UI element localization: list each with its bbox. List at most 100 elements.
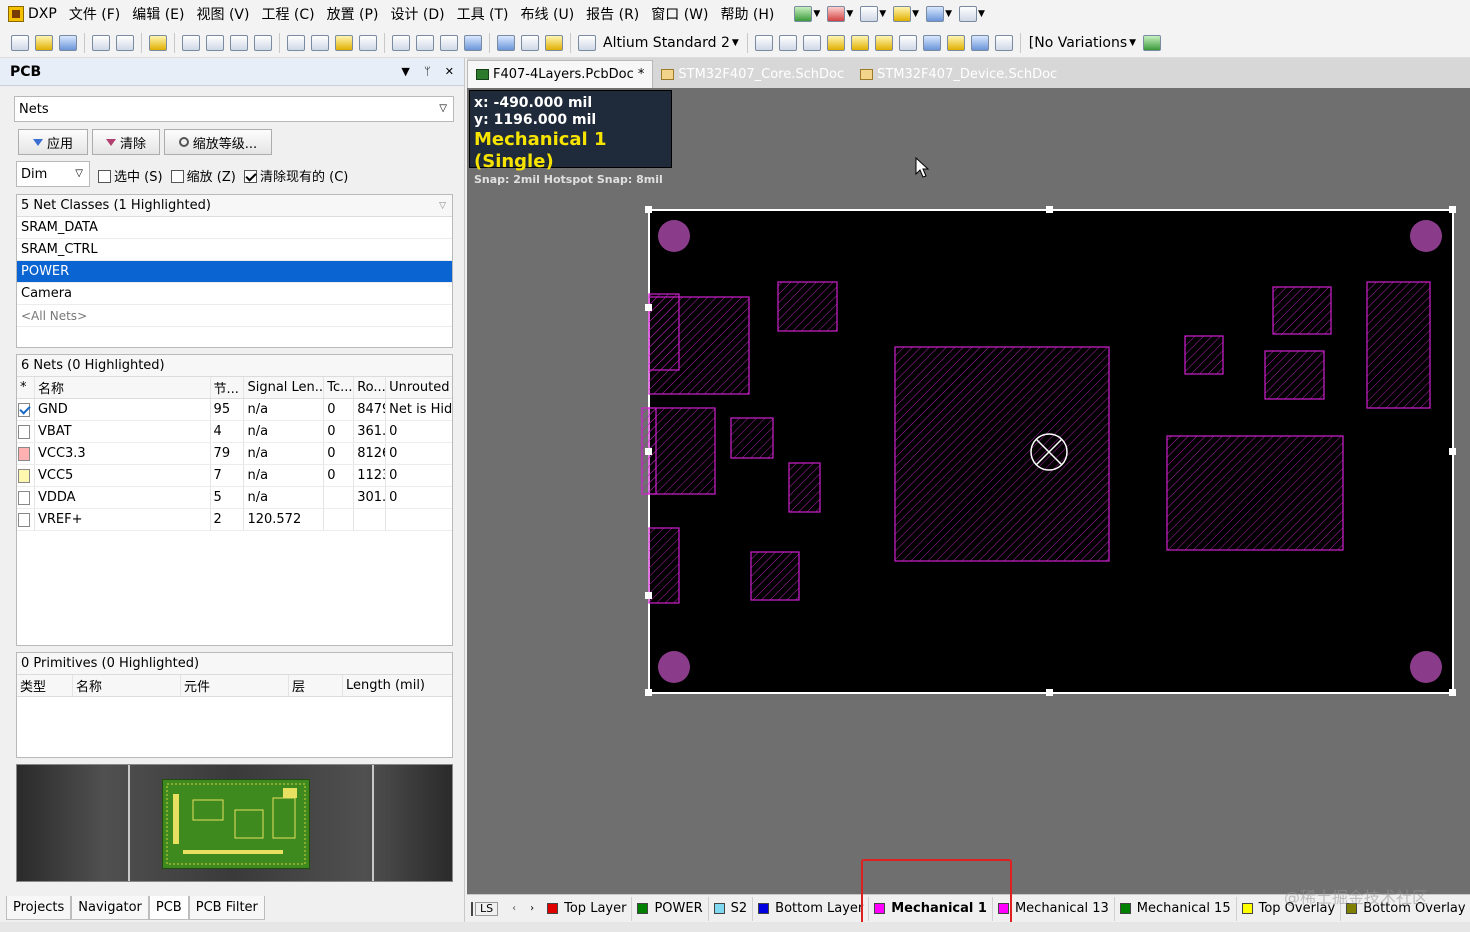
layer-tab[interactable]: Bottom Layer xyxy=(753,896,870,921)
component-footprint[interactable] xyxy=(648,527,680,604)
zoom-checkbox[interactable]: 缩放 (Z) xyxy=(170,170,236,185)
place-pad-icon[interactable] xyxy=(850,34,869,51)
zoom-fit-icon[interactable] xyxy=(182,34,200,51)
zoom-filtered-icon[interactable] xyxy=(254,34,272,51)
paste-icon[interactable] xyxy=(335,34,353,51)
net-row[interactable]: VCC57n/a011230 xyxy=(17,465,452,487)
menu-tools[interactable]: 工具 (T) xyxy=(451,4,515,24)
mounting-hole[interactable] xyxy=(658,220,690,252)
place-via-icon[interactable] xyxy=(874,34,893,51)
place-arc-icon[interactable] xyxy=(898,34,917,51)
dropdown-arrow-icon[interactable]: ▼ xyxy=(912,9,919,19)
component-footprint[interactable] xyxy=(1184,335,1224,375)
menu-design[interactable]: 设计 (D) xyxy=(384,4,450,24)
zoom-checkbox-box[interactable] xyxy=(170,170,184,183)
col-nodes[interactable]: 节... xyxy=(211,377,245,398)
selection-handle[interactable] xyxy=(1449,689,1456,696)
scroll-left-icon[interactable]: ‹ xyxy=(512,903,516,914)
col-star[interactable]: * xyxy=(17,377,35,398)
component-footprint[interactable] xyxy=(730,417,774,459)
menu-place[interactable]: 放置 (P) xyxy=(321,4,385,24)
open-device-icon[interactable] xyxy=(149,34,167,51)
component-footprint[interactable] xyxy=(1366,281,1431,409)
dropdown-arrow-icon[interactable]: ▼ xyxy=(813,9,820,19)
cut-icon[interactable] xyxy=(287,34,305,51)
dim-mode-combo[interactable]: Dim ▽ xyxy=(16,161,90,187)
net-color-checkbox[interactable] xyxy=(18,468,30,483)
net-row-checkbox[interactable] xyxy=(17,421,35,442)
scroll-right-icon[interactable]: › xyxy=(530,903,534,914)
variant-view-icon[interactable] xyxy=(1143,34,1162,51)
select-checkbox[interactable]: 选中 (S) xyxy=(98,170,163,185)
net-color-checkbox[interactable] xyxy=(18,424,30,439)
print-preview-icon[interactable] xyxy=(116,34,134,51)
net-class-item[interactable]: SRAM_CTRL xyxy=(17,239,452,261)
current-layer-color-swatch[interactable] xyxy=(471,901,473,916)
grid-icon[interactable] xyxy=(959,6,977,22)
net-row-checkbox[interactable] xyxy=(17,399,35,420)
dropdown-arrow-icon[interactable]: ▼ xyxy=(945,9,952,19)
col-type[interactable]: 类型 xyxy=(17,675,73,696)
net-color-checkbox[interactable] xyxy=(18,512,30,527)
component-footprint[interactable] xyxy=(788,462,821,513)
select-area-icon[interactable] xyxy=(392,34,410,51)
layer-set-button[interactable]: LS xyxy=(475,901,499,916)
save-icon[interactable] xyxy=(59,34,77,51)
menu-file[interactable]: 文件 (F) xyxy=(63,4,126,24)
net-row[interactable]: VDDA5n/a 301.00 xyxy=(17,487,452,509)
panel-mode-combo[interactable]: Nets ▽ xyxy=(14,96,454,122)
interactive-routing-icon[interactable] xyxy=(794,6,813,22)
selection-handle[interactable] xyxy=(1449,206,1456,213)
net-row-checkbox[interactable] xyxy=(17,443,35,464)
dimension-icon[interactable] xyxy=(893,6,912,22)
component-footprint[interactable] xyxy=(777,281,838,332)
diff-pair-route-icon[interactable] xyxy=(802,34,821,51)
sort-icon[interactable]: ▽ xyxy=(439,201,446,211)
dropdown-arrow-icon[interactable]: ▼ xyxy=(879,9,886,19)
route-icon[interactable] xyxy=(754,34,773,51)
net-class-item-selected[interactable]: POWER xyxy=(17,261,452,283)
multi-route-icon[interactable] xyxy=(826,34,845,51)
layer-tab[interactable]: Top Layer xyxy=(542,896,633,921)
col-prim-name[interactable]: 名称 xyxy=(73,675,181,696)
tab-pcb[interactable]: PCB xyxy=(148,896,189,920)
tab-navigator[interactable]: Navigator xyxy=(71,896,149,920)
apply-button[interactable]: 应用 xyxy=(18,129,88,155)
room-icon[interactable] xyxy=(926,6,945,22)
mounting-hole[interactable] xyxy=(1410,651,1442,683)
place-fill-icon[interactable] xyxy=(922,34,941,51)
col-component[interactable]: 元件 xyxy=(181,675,289,696)
menu-reports[interactable]: 报告 (R) xyxy=(580,4,645,24)
rubber-stamp-icon[interactable] xyxy=(359,34,377,51)
print-icon[interactable] xyxy=(92,34,110,51)
move-icon[interactable] xyxy=(416,34,434,51)
component-footprint[interactable] xyxy=(750,551,800,601)
col-name[interactable]: 名称 xyxy=(35,377,211,398)
tab-device-schdoc[interactable]: STM32F407_Device.SchDoc xyxy=(852,60,1065,88)
dropdown-arrow-icon[interactable]: ▼ xyxy=(732,38,739,48)
component-footprint[interactable] xyxy=(648,407,716,495)
place-polygon-icon[interactable] xyxy=(946,34,965,51)
net-row-checkbox[interactable] xyxy=(17,509,35,530)
layer-tab[interactable]: POWER xyxy=(632,896,709,921)
col-tc[interactable]: Tc... xyxy=(324,377,355,398)
mounting-hole[interactable] xyxy=(1410,220,1442,252)
selection-handle[interactable] xyxy=(645,592,652,599)
net-row[interactable]: GND95n/a08479Net is Hidden xyxy=(17,399,452,421)
board-preview[interactable] xyxy=(16,764,453,882)
clear-button[interactable]: 清除 xyxy=(92,129,160,155)
col-unrouted[interactable]: Unrouted (... xyxy=(386,377,452,398)
pcb-board-svg[interactable] xyxy=(467,88,1470,894)
layer-tab[interactable]: S2 xyxy=(709,896,754,921)
place-string-icon[interactable] xyxy=(970,34,989,51)
mounting-hole[interactable] xyxy=(658,651,690,683)
col-layer[interactable]: 层 xyxy=(289,675,343,696)
select-checkbox-box[interactable] xyxy=(98,170,111,183)
redo-icon[interactable] xyxy=(521,34,539,51)
menu-route[interactable]: 布线 (U) xyxy=(515,4,581,24)
component-footprint[interactable] xyxy=(648,296,750,395)
selection-handle[interactable] xyxy=(645,448,652,455)
mcu-footprint[interactable] xyxy=(894,346,1110,562)
layer-tab[interactable]: Mechanical 15 xyxy=(1115,896,1237,921)
selection-handle[interactable] xyxy=(1046,689,1053,696)
